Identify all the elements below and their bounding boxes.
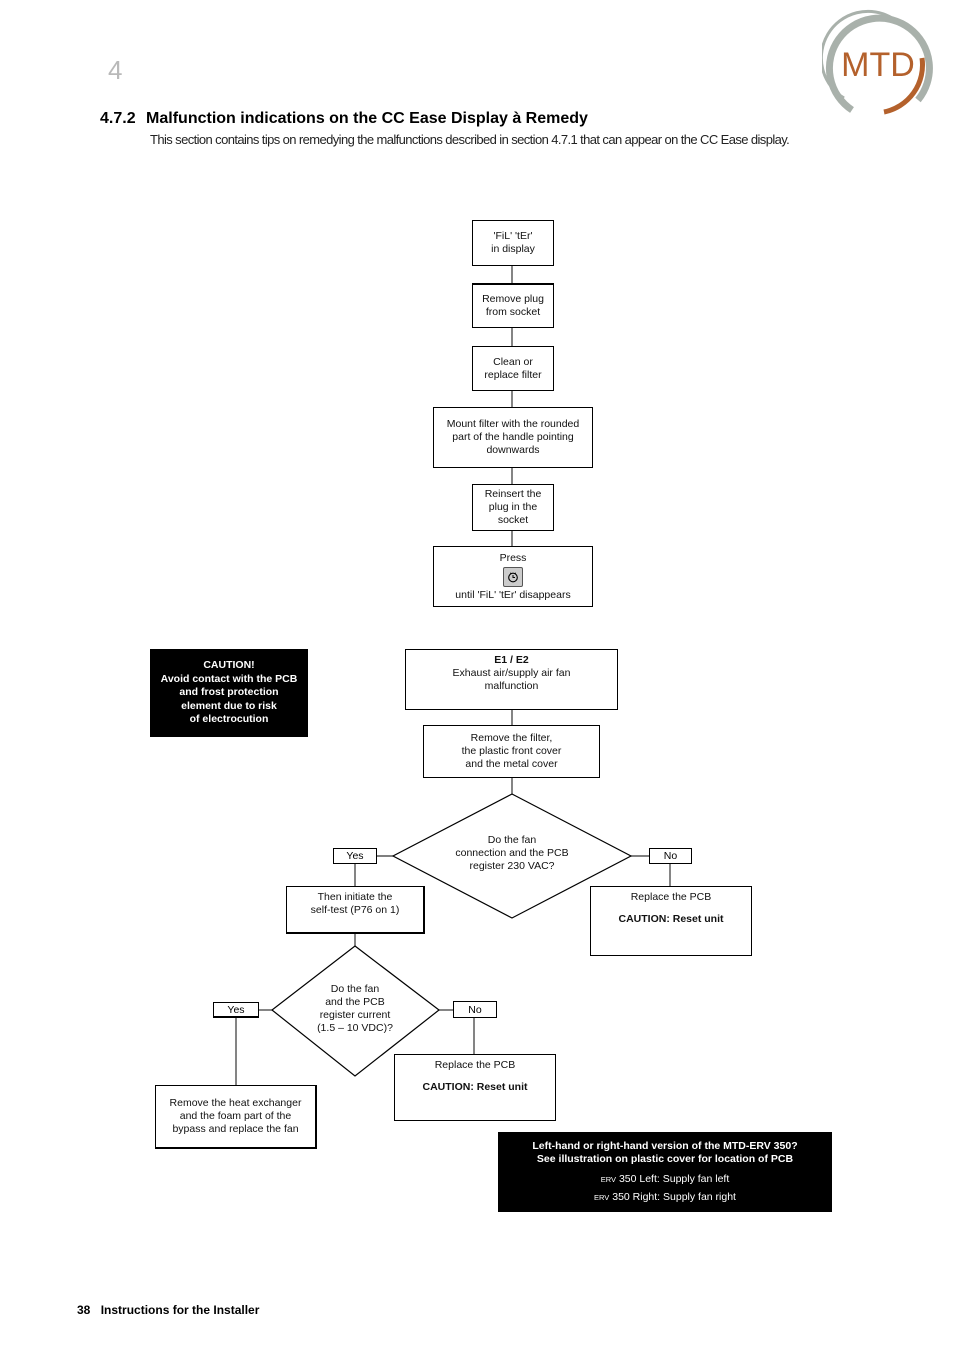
footer-title: Instructions for the Installer [100,1303,260,1317]
caution-text: of electrocution [189,713,269,726]
box-text: downwards [486,444,540,456]
box-text: 'FiL' 'tEr' [493,230,533,242]
filter-start-box: 'FiL' 'tEr' in display [472,220,554,266]
box-text: the plastic front cover [461,745,562,757]
box-text: Exhaust air/supply air fan [452,667,571,679]
info-box: Left-hand or right-hand version of the M… [498,1132,832,1212]
decision-text: register 230 VAC? [469,860,555,872]
page-number: 38 [77,1303,91,1317]
info-item-prefix: ERV [600,1174,617,1184]
step-mount-filter: Mount filter with the rounded part of th… [433,407,593,468]
info-title: See illustration on plastic cover for lo… [536,1153,794,1165]
decision-text: (1.5 – 10 VDC)? [317,1022,393,1034]
caution-text: CAUTION: Reset unit [422,1081,528,1093]
box-text: Remove the heat exchanger [169,1097,302,1109]
fan-start-box: E1 / E2 Exhaust air/supply air fan malfu… [405,649,618,710]
clock-button-icon [503,566,523,587]
box-text: plug in the [488,501,538,513]
step-self-test: Then initiate the self-test (P76 on 1) [286,886,425,934]
info-item: ERV 350 Right: Supply fan right [594,1191,736,1205]
yes-label-1: Yes [333,848,377,864]
box-text: Remove the filter, [470,732,553,744]
step-replace-pcb-1: Replace the PCB CAUTION: Reset unit [590,886,752,956]
page-footer: 38 Instructions for the Installer [77,1303,259,1317]
step-press-button: Press until 'FiL' 'tEr' disappears [433,546,593,607]
decision-text: Do the fan [330,983,380,995]
decision-text: and the PCB [325,996,385,1008]
decision-text: register current [319,1009,391,1021]
info-item: ERV 350 Left: Supply fan left [601,1173,730,1187]
info-item-text: 350 Right: Supply fan right [612,1191,736,1203]
caution-box: CAUTION! Avoid contact with the PCB and … [150,649,308,737]
box-text: socket [497,514,529,526]
decision-text: connection and the PCB [455,847,569,859]
box-text: malfunction [484,680,539,692]
box-text: Replace the PCB [630,891,712,903]
box-text: until 'FiL' 'tEr' disappears [455,588,571,601]
caution-text: element due to risk [181,699,277,712]
info-item-text: 350 Left: Supply fan left [618,1172,730,1185]
info-item-prefix: ERV [594,1193,610,1202]
box-text: Replace the PCB [434,1059,516,1071]
step-remove-covers: Remove the filter, the plastic front cov… [423,725,600,778]
box-text: Mount filter with the rounded [446,418,580,430]
box-text: Clean or [493,355,533,368]
box-text: Press [499,551,527,564]
yes-label-2: Yes [213,1002,259,1018]
box-text: in display [491,243,535,255]
box-text: self-test (P76 on 1) [310,904,400,916]
step-replace-fan: Remove the heat exchanger and the foam p… [155,1085,317,1149]
box-text: and the metal cover [465,758,558,770]
decision-2-text: Do the fan and the PCB register current … [295,983,415,1035]
caution-text: CAUTION: Reset unit [618,913,724,925]
no-label-1: No [649,848,692,864]
error-code: E1 / E2 [494,654,529,666]
caution-text: and frost protection [179,686,279,699]
info-title: Left-hand or right-hand version of the M… [532,1139,798,1152]
decision-1-text: Do the fan connection and the PCB regist… [432,834,592,873]
caution-text: CAUTION! [203,659,255,672]
step-clean-filter: Clean or replace filter [472,346,554,391]
step-remove-plug: Remove plug from socket [472,283,554,328]
caution-text: Avoid contact with the PCB [160,672,298,685]
box-text: part of the handle pointing [452,431,574,443]
box-text: and the foam part of the [179,1110,292,1122]
decision-text: Do the fan [487,834,537,846]
box-text: Reinsert the [484,488,542,500]
step-replace-pcb-2: Replace the PCB CAUTION: Reset unit [394,1054,556,1121]
step-reinsert-plug: Reinsert the plug in the socket [472,484,554,531]
box-text: Then initiate the [317,891,393,903]
box-text: from socket [485,306,541,318]
box-text: replace filter [484,368,542,381]
box-text: bypass and replace the fan [172,1123,299,1135]
no-label-2: No [453,1001,497,1018]
box-text: Remove plug [482,293,544,305]
